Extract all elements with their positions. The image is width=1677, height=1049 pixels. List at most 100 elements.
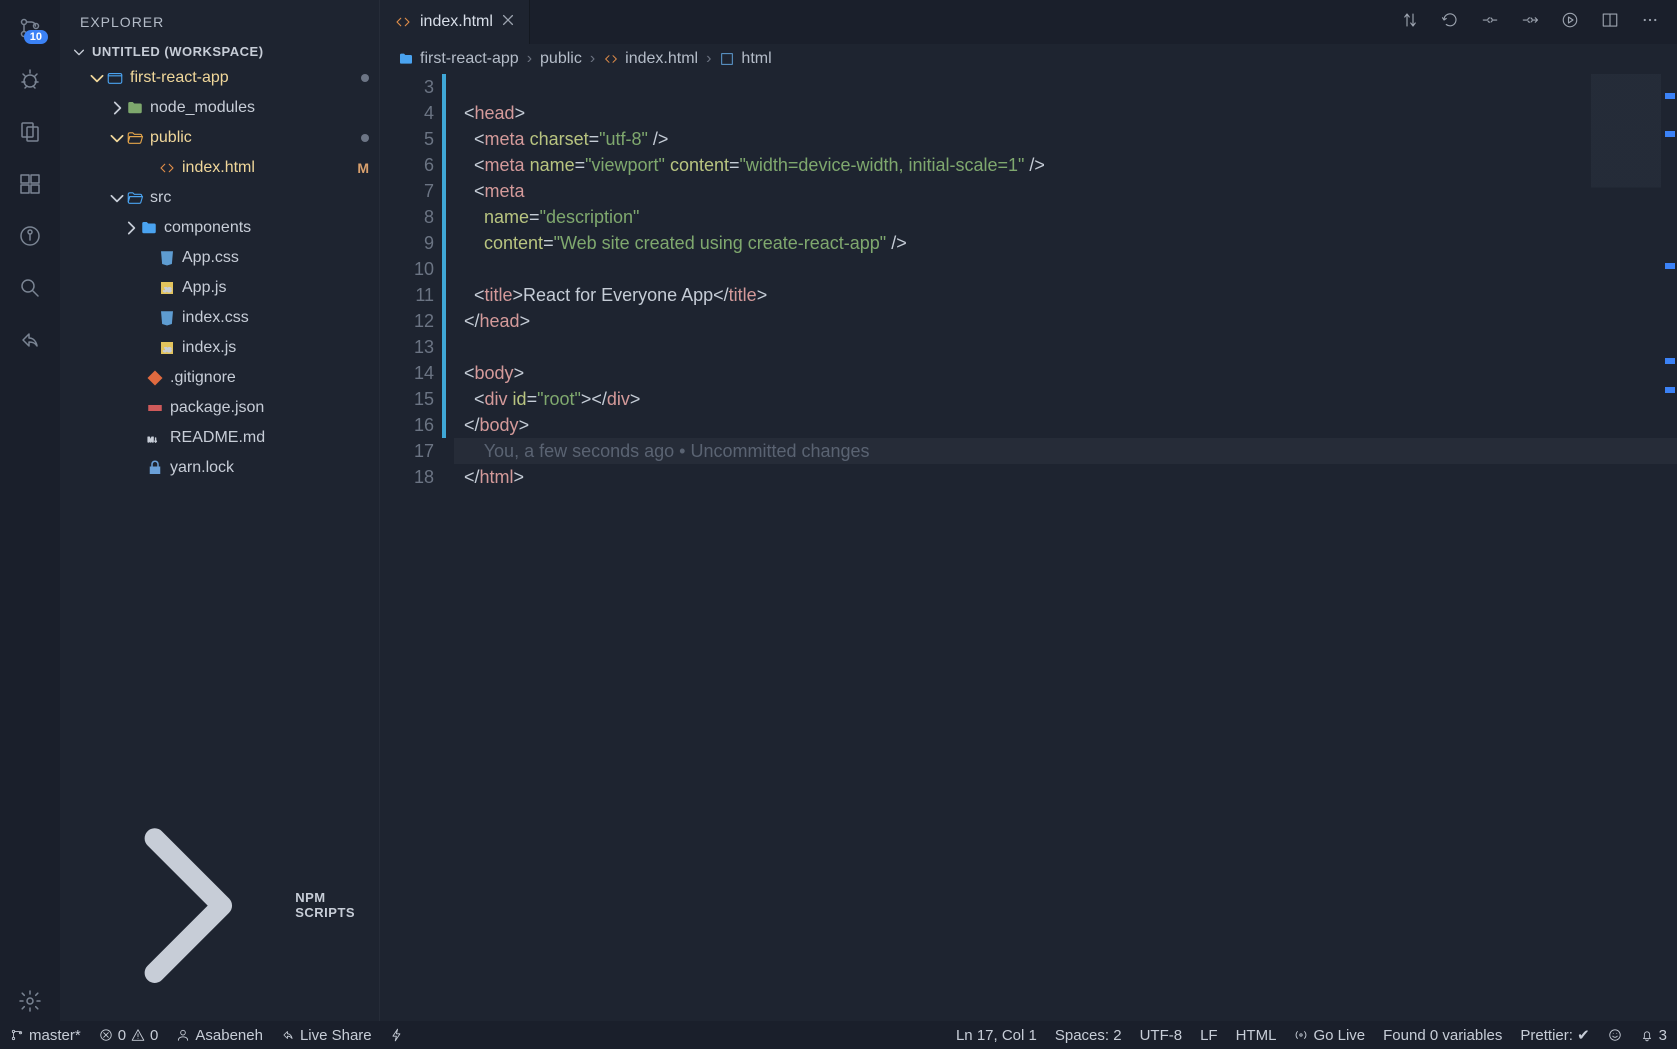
- settings-gear-icon[interactable]: [10, 981, 50, 1021]
- code-line[interactable]: <title>React for Everyone App</title>: [454, 282, 1677, 308]
- person-icon: [176, 1028, 190, 1042]
- tree-row-index-html[interactable]: index.html M: [60, 153, 379, 183]
- folder-open-a-icon: [126, 129, 144, 147]
- tree-label: yarn.lock: [170, 459, 234, 477]
- live-share-arrow-icon: [281, 1028, 295, 1042]
- warning-icon: [131, 1028, 145, 1042]
- next-change-icon[interactable]: [1521, 11, 1539, 34]
- explorer-sidebar: EXPLORER UNTITLED (WORKSPACE) first-reac…: [60, 0, 380, 1021]
- live-share-icon[interactable]: [10, 320, 50, 360]
- tree-row-README-md[interactable]: M↓README.md: [60, 423, 379, 453]
- tree-label: App.js: [182, 279, 226, 297]
- search-icon[interactable]: [10, 268, 50, 308]
- smiley-icon: [1608, 1028, 1622, 1042]
- breadcrumbs[interactable]: first-react-app › public › index.html › …: [380, 44, 1677, 74]
- status-live-share[interactable]: Live Share: [281, 1027, 372, 1044]
- tree-row-components[interactable]: components: [60, 213, 379, 243]
- status-found-vars[interactable]: Found 0 variables: [1383, 1027, 1502, 1044]
- code-line[interactable]: </body>: [454, 412, 1677, 438]
- source-control-icon[interactable]: 10: [10, 8, 50, 48]
- modified-dot-icon: [361, 74, 369, 82]
- breadcrumb-seg-0: first-react-app: [398, 50, 519, 68]
- revert-icon[interactable]: [1441, 11, 1459, 34]
- code-line[interactable]: <meta: [454, 178, 1677, 204]
- tree-row-index-css[interactable]: index.css: [60, 303, 379, 333]
- code-line[interactable]: <div id="root"></div>: [454, 386, 1677, 412]
- compare-changes-icon[interactable]: [1401, 11, 1419, 34]
- tree-label: README.md: [170, 429, 265, 447]
- status-user[interactable]: Asabeneh: [176, 1027, 263, 1044]
- code-line[interactable]: name="description": [454, 204, 1677, 230]
- svg-text:JS: JS: [163, 347, 172, 354]
- status-prettier[interactable]: Prettier: ✔: [1520, 1026, 1589, 1044]
- extensions-icon[interactable]: [10, 164, 50, 204]
- svg-text:JS: JS: [163, 287, 172, 294]
- code-line[interactable]: </head>: [454, 308, 1677, 334]
- close-icon[interactable]: [501, 13, 515, 32]
- npm-scripts-section[interactable]: NPM SCRIPTS: [60, 790, 379, 1021]
- code-line[interactable]: <head>: [454, 100, 1677, 126]
- tree-row-src[interactable]: src: [60, 183, 379, 213]
- explorer-icon[interactable]: [10, 112, 50, 152]
- error-icon: [99, 1028, 113, 1042]
- workspace-section-header[interactable]: UNTITLED (WORKSPACE): [60, 40, 379, 63]
- code-line[interactable]: <meta name="viewport" content="width=dev…: [454, 152, 1677, 178]
- more-icon[interactable]: [1641, 11, 1659, 34]
- code-line[interactable]: [454, 74, 1677, 100]
- status-notifications[interactable]: 3: [1640, 1027, 1667, 1044]
- tree-row-package-json[interactable]: package.json: [60, 393, 379, 423]
- status-go-live[interactable]: Go Live: [1294, 1027, 1365, 1044]
- breadcrumb-seg-3: html: [719, 50, 771, 68]
- tree-row--gitignore[interactable]: .gitignore: [60, 363, 379, 393]
- tree-row-yarn-lock[interactable]: yarn.lock: [60, 453, 379, 483]
- status-spaces[interactable]: Spaces: 2: [1055, 1027, 1122, 1044]
- code-line[interactable]: [454, 334, 1677, 360]
- status-ln-col[interactable]: Ln 17, Col 1: [956, 1027, 1037, 1044]
- twisty-icon: [122, 219, 140, 237]
- line-number-gutter: 3456789101112131415161718: [380, 74, 442, 1021]
- html-file-icon: [394, 13, 412, 31]
- tree-label: src: [150, 189, 171, 207]
- tree-label: index.html: [182, 159, 255, 177]
- code-content[interactable]: <head> <meta charset="utf-8" /> <meta na…: [446, 74, 1677, 1021]
- tree-label: components: [164, 219, 251, 237]
- overview-ruler[interactable]: [1663, 74, 1677, 1021]
- folder-root-icon: [106, 69, 124, 87]
- prev-change-icon[interactable]: [1481, 11, 1499, 34]
- twisty-icon: [108, 99, 126, 117]
- tree-row-node_modules[interactable]: node_modules: [60, 93, 379, 123]
- status-language[interactable]: HTML: [1236, 1027, 1277, 1044]
- status-eol[interactable]: LF: [1200, 1027, 1218, 1044]
- code-line[interactable]: <body>: [454, 360, 1677, 386]
- run-icon[interactable]: [1561, 11, 1579, 34]
- npm-scripts-label: NPM SCRIPTS: [295, 890, 365, 920]
- code-line[interactable]: [454, 256, 1677, 282]
- branch-icon: [10, 1028, 24, 1042]
- tree-label: package.json: [170, 399, 264, 417]
- status-encoding[interactable]: UTF-8: [1140, 1027, 1183, 1044]
- chevron-right-icon: [74, 798, 289, 1013]
- code-line[interactable]: </html>: [454, 464, 1677, 490]
- tab-index-html[interactable]: index.html: [380, 0, 530, 44]
- modified-badge: M: [357, 160, 369, 176]
- status-problems[interactable]: 0 0: [99, 1027, 159, 1044]
- tree-row-index-js[interactable]: JSindex.js: [60, 333, 379, 363]
- code-line[interactable]: <meta charset="utf-8" />: [454, 126, 1677, 152]
- html-file-icon: [603, 51, 619, 67]
- code-line[interactable]: content="Web site created using create-r…: [454, 230, 1677, 256]
- tree-row-first-react-app[interactable]: first-react-app: [60, 63, 379, 93]
- git-graph-icon[interactable]: [10, 216, 50, 256]
- editor-code-area[interactable]: 3456789101112131415161718 <head> <meta c…: [380, 74, 1677, 1021]
- status-branch[interactable]: master*: [10, 1027, 81, 1044]
- tree-row-public[interactable]: public: [60, 123, 379, 153]
- status-bolt[interactable]: [390, 1028, 404, 1042]
- tree-row-App-css[interactable]: App.css: [60, 243, 379, 273]
- tree-label: public: [150, 129, 192, 147]
- code-line[interactable]: You, a few seconds ago • Uncommitted cha…: [454, 438, 1677, 464]
- breadcrumb-seg-2: index.html: [603, 50, 698, 68]
- breadcrumb-seg-1: public: [540, 50, 582, 68]
- status-feedback[interactable]: [1608, 1028, 1622, 1042]
- split-editor-icon[interactable]: [1601, 11, 1619, 34]
- tree-row-App-js[interactable]: JS App.js: [60, 273, 379, 303]
- debug-icon[interactable]: [10, 60, 50, 100]
